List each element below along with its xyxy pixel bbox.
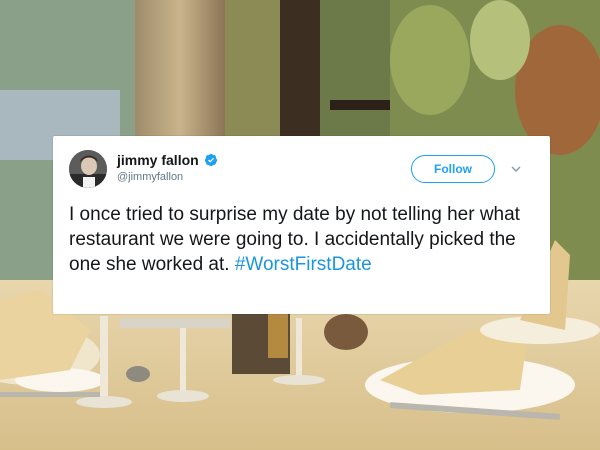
chevron-down-icon[interactable]: [511, 165, 521, 173]
author-row: jimmy fallon: [117, 152, 218, 168]
avatar[interactable]: [69, 150, 107, 188]
user-handle[interactable]: @jimmyfallon: [117, 171, 183, 183]
tweet-card: jimmy fallon @jimmyfallon Follow I once …: [53, 136, 550, 314]
display-name[interactable]: jimmy fallon: [117, 152, 199, 168]
avatar-image: [69, 150, 107, 188]
follow-button[interactable]: Follow: [411, 155, 495, 183]
hashtag-link[interactable]: #WorstFirstDate: [235, 254, 372, 275]
verified-badge-icon: [204, 153, 217, 167]
tweet-text: I once tried to surprise my date by not …: [69, 202, 539, 277]
